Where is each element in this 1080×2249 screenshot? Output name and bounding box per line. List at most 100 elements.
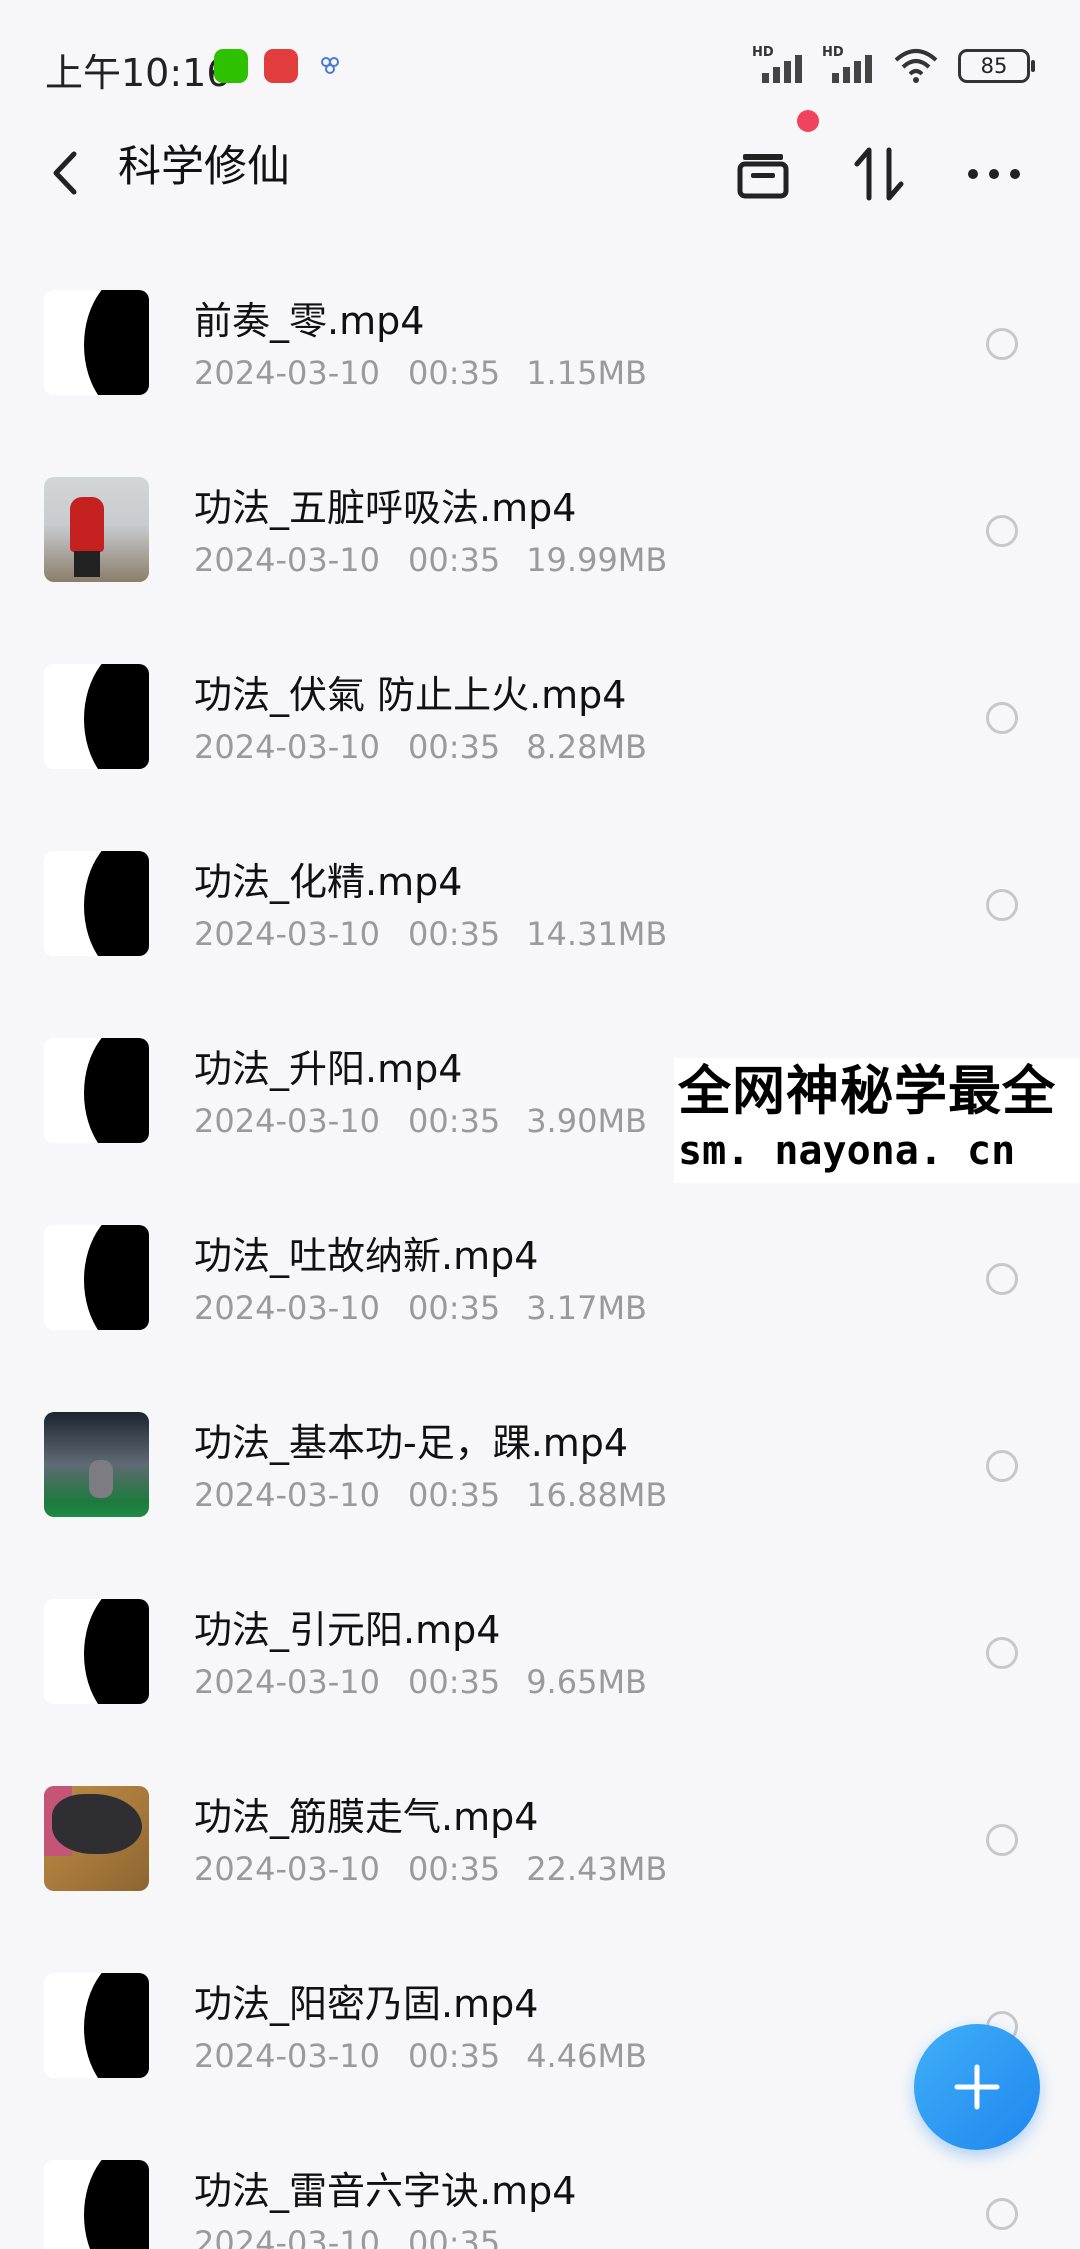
file-date: 2024-03-10: [194, 1102, 380, 1140]
file-time: 00:35: [407, 354, 501, 392]
file-time: 00:35: [407, 2224, 501, 2249]
video-thumbnail: [44, 1973, 149, 2078]
file-name: 功法_升阳.mp4: [194, 1047, 463, 1091]
file-row[interactable]: 功法_阳密乃固.mp4 2024-03-10 00:35 4.46MB: [0, 1953, 1080, 2140]
video-thumbnail: [44, 1038, 149, 1143]
file-date: 2024-03-10: [194, 2224, 380, 2249]
file-date: 2024-03-10: [194, 1289, 380, 1327]
select-radio[interactable]: [986, 515, 1018, 547]
file-row[interactable]: 功法_基本功-足，踝.mp4 2024-03-10 00:35 16.88MB: [0, 1392, 1080, 1579]
video-thumbnail: [44, 1412, 149, 1517]
file-date: 2024-03-10: [194, 1476, 380, 1514]
notification-dot: [797, 110, 819, 132]
file-date: 2024-03-10: [194, 728, 380, 766]
wechat-icon: [214, 49, 248, 83]
file-row[interactable]: 功法_雷音六字诀.mp4 2024-03-10 00:35: [0, 2140, 1080, 2249]
more-button[interactable]: [958, 138, 1030, 210]
select-radio[interactable]: [986, 1637, 1018, 1669]
file-meta: 2024-03-10 00:35 16.88MB: [194, 1476, 667, 1514]
file-row[interactable]: 功法_五脏呼吸法.mp4 2024-03-10 00:35 19.99MB: [0, 457, 1080, 644]
file-time: 00:35: [407, 2037, 501, 2075]
watermark: 全网神秘学最全 sm. nayona. cn: [674, 1058, 1080, 1183]
file-meta: 2024-03-10 00:35 8.28MB: [194, 728, 647, 766]
select-radio[interactable]: [986, 2198, 1018, 2230]
file-date: 2024-03-10: [194, 354, 380, 392]
more-icon: [968, 169, 1020, 179]
sort-button[interactable]: [843, 138, 915, 210]
file-row[interactable]: 功法_伏氣 防止上火.mp4 2024-03-10 00:35 8.28MB: [0, 644, 1080, 831]
file-size: 14.31MB: [526, 915, 668, 953]
select-radio[interactable]: [986, 702, 1018, 734]
file-name: 功法_伏氣 防止上火.mp4: [194, 673, 627, 717]
select-radio[interactable]: [986, 1824, 1018, 1856]
file-name: 功法_筋膜走气.mp4: [194, 1795, 539, 1839]
file-size: 3.90MB: [526, 1102, 647, 1140]
video-thumbnail: [44, 477, 149, 582]
archive-button[interactable]: [727, 138, 799, 210]
file-meta: 2024-03-10 00:35 22.43MB: [194, 1850, 667, 1888]
file-time: 00:35: [407, 1476, 501, 1514]
file-meta: 2024-03-10 00:35 3.17MB: [194, 1289, 647, 1327]
file-size: 19.99MB: [526, 541, 668, 579]
file-size: 8.28MB: [526, 728, 647, 766]
watermark-title: 全网神秘学最全: [678, 1061, 1056, 1122]
select-radio[interactable]: [986, 328, 1018, 360]
add-button[interactable]: [914, 2024, 1040, 2150]
file-time: 00:35: [407, 541, 501, 579]
file-name: 功法_阳密乃固.mp4: [194, 1982, 539, 2026]
file-name: 功法_引元阳.mp4: [194, 1608, 501, 1652]
file-row[interactable]: 功法_化精.mp4 2024-03-10 00:35 14.31MB: [0, 831, 1080, 1018]
file-date: 2024-03-10: [194, 541, 380, 579]
file-meta: 2024-03-10 00:35: [194, 2224, 526, 2249]
file-meta: 2024-03-10 00:35 14.31MB: [194, 915, 667, 953]
file-time: 00:35: [407, 1289, 501, 1327]
select-radio[interactable]: [986, 889, 1018, 921]
video-thumbnail: [44, 1225, 149, 1330]
video-thumbnail: [44, 1599, 149, 1704]
file-name: 功法_化精.mp4: [194, 860, 463, 904]
select-radio[interactable]: [986, 1450, 1018, 1482]
video-thumbnail: [44, 851, 149, 956]
file-row[interactable]: 功法_引元阳.mp4 2024-03-10 00:35 9.65MB: [0, 1579, 1080, 1766]
file-row[interactable]: 功法_吐故纳新.mp4 2024-03-10 00:35 3.17MB: [0, 1205, 1080, 1392]
signal-icon: HD: [822, 45, 874, 83]
file-time: 00:35: [407, 728, 501, 766]
select-radio[interactable]: [986, 1263, 1018, 1295]
file-name: 功法_雷音六字诀.mp4: [194, 2169, 577, 2213]
wifi-icon: [894, 49, 938, 83]
file-date: 2024-03-10: [194, 2037, 380, 2075]
file-size: 4.46MB: [526, 2037, 647, 2075]
file-meta: 2024-03-10 00:35 1.15MB: [194, 354, 647, 392]
file-date: 2024-03-10: [194, 1663, 380, 1701]
video-thumbnail: [44, 2160, 149, 2249]
file-meta: 2024-03-10 00:35 3.90MB: [194, 1102, 647, 1140]
app-notification-icon: [264, 49, 298, 83]
file-row[interactable]: 功法_筋膜走气.mp4 2024-03-10 00:35 22.43MB: [0, 1766, 1080, 1953]
file-name: 功法_五脏呼吸法.mp4: [194, 486, 577, 530]
file-name: 功法_基本功-足，踝.mp4: [194, 1421, 629, 1465]
file-time: 00:35: [407, 1850, 501, 1888]
status-time: 上午10:16: [45, 51, 231, 95]
status-indicators: HD HD 85: [752, 45, 1035, 84]
file-date: 2024-03-10: [194, 1850, 380, 1888]
signal-icon: HD: [752, 45, 804, 83]
file-size: 9.65MB: [526, 1663, 647, 1701]
video-thumbnail: [44, 664, 149, 769]
file-size: 22.43MB: [526, 1850, 668, 1888]
file-meta: 2024-03-10 00:35 4.46MB: [194, 2037, 647, 2075]
video-thumbnail: [44, 290, 149, 395]
file-time: 00:35: [407, 1663, 501, 1701]
cloud-sync-icon: [321, 57, 339, 74]
plus-icon: [954, 2064, 1000, 2110]
page-title: 科学修仙: [118, 142, 290, 192]
file-name: 功法_吐故纳新.mp4: [194, 1234, 539, 1278]
watermark-url: sm. nayona. cn: [678, 1128, 1016, 1174]
status-bar: 上午10:16 HD HD 85: [0, 0, 1080, 130]
video-thumbnail: [44, 1786, 149, 1891]
file-meta: 2024-03-10 00:35 9.65MB: [194, 1663, 647, 1701]
file-meta: 2024-03-10 00:35 19.99MB: [194, 541, 667, 579]
file-list: 前奏_零.mp4 2024-03-10 00:35 1.15MB 功法_五脏呼吸法.mp…: [0, 270, 1080, 2249]
sort-icon: [854, 147, 904, 201]
file-row[interactable]: 前奏_零.mp4 2024-03-10 00:35 1.15MB: [0, 270, 1080, 457]
back-icon[interactable]: [42, 138, 92, 208]
